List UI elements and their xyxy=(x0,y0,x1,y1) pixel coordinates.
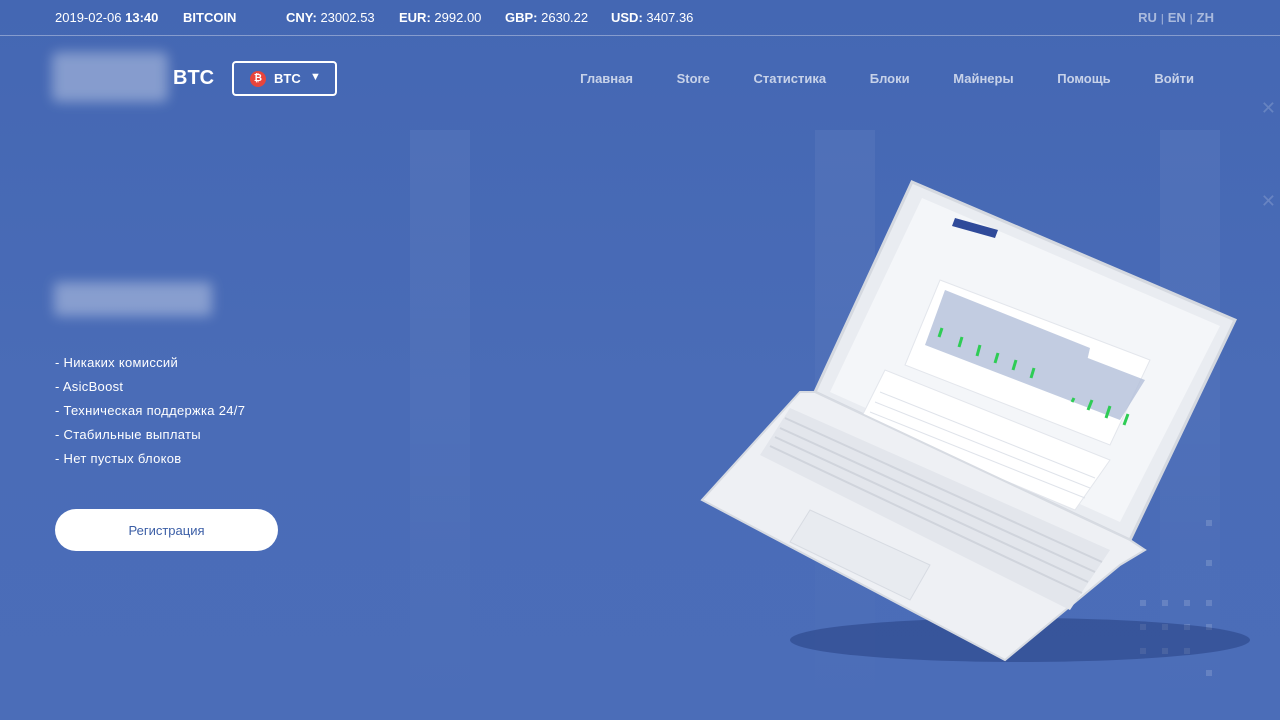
language-switcher: RU | EN | ZH xyxy=(1138,10,1214,25)
feature-item: - Техническая поддержка 24/7 xyxy=(55,403,246,418)
nav-miners[interactable]: Майнеры xyxy=(953,71,1013,86)
nav-statistics[interactable]: Статистика xyxy=(753,71,826,86)
rate-value: 2630.22 xyxy=(541,10,589,25)
ticker-date: 2019-02-06 xyxy=(55,10,122,25)
rate-eur: EUR: 2992.00 xyxy=(399,10,481,25)
rate-gbp: GBP: 2630.22 xyxy=(505,10,588,25)
nav-home[interactable]: Главная xyxy=(580,71,633,86)
decor-band xyxy=(410,130,470,720)
lang-ru[interactable]: RU xyxy=(1138,10,1157,25)
rate-cny: CNY: 23002.53 xyxy=(286,10,375,25)
rate-value: 23002.53 xyxy=(320,10,375,25)
rate-value: 2992.00 xyxy=(434,10,482,25)
ticker-coin: BITCOIN xyxy=(183,10,237,25)
feature-item: - AsicBoost xyxy=(55,379,124,394)
rate-label: GBP: xyxy=(505,10,538,25)
rate-label: CNY: xyxy=(286,10,317,25)
feature-item: - Нет пустых блоков xyxy=(55,451,182,466)
lang-zh[interactable]: ZH xyxy=(1197,10,1214,25)
nav-help[interactable]: Помощь xyxy=(1057,71,1110,86)
close-icon: ✕ xyxy=(1260,191,1276,211)
logo-image[interactable] xyxy=(52,52,168,102)
main-nav: Главная Store Статистика Блоки Майнеры П… xyxy=(540,71,1194,86)
coin-select-dropdown[interactable]: ₿ BTC ▼ xyxy=(232,61,337,96)
caret-down-icon: ▼ xyxy=(310,71,321,83)
nav-blocks[interactable]: Блоки xyxy=(870,71,910,86)
close-icon: ✕ xyxy=(1260,98,1276,118)
rate-value: 3407.36 xyxy=(646,10,694,25)
lang-separator: | xyxy=(1160,13,1164,25)
hero-title xyxy=(54,282,212,316)
rate-label: USD: xyxy=(611,10,643,25)
lang-en[interactable]: EN xyxy=(1168,10,1186,25)
feature-item: - Никаких комиссий xyxy=(55,355,179,370)
nav-store[interactable]: Store xyxy=(677,71,710,86)
feature-item: - Стабильные выплаты xyxy=(55,427,201,442)
rate-usd: USD: 3407.36 xyxy=(611,10,693,25)
coin-select-label: BTC xyxy=(274,71,301,86)
price-ticker: 2019-02-06 13:40 BITCOIN CNY: 23002.53 E… xyxy=(0,0,1280,36)
ticker-datetime: 2019-02-06 13:40 xyxy=(55,10,158,25)
laptop-illustration xyxy=(700,180,1250,662)
nav-login[interactable]: Войти xyxy=(1154,71,1194,86)
ticker-time: 13:40 xyxy=(125,10,159,25)
rate-label: EUR: xyxy=(399,10,431,25)
feature-list: - Никаких комиссий - AsicBoost - Техниче… xyxy=(55,354,245,474)
register-button[interactable]: Регистрация xyxy=(55,509,278,551)
lang-separator: | xyxy=(1189,13,1193,25)
logo-text[interactable]: BTC xyxy=(173,67,214,90)
bitcoin-icon: ₿ xyxy=(250,71,266,87)
